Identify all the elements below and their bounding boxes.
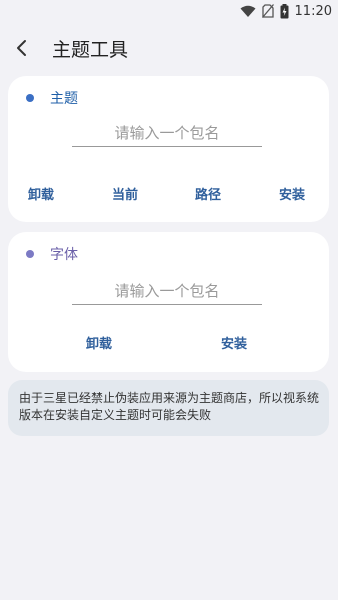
back-button[interactable] [10, 36, 34, 60]
theme-section-label: 主题 [50, 91, 78, 107]
font-install-button[interactable]: 安装 [221, 333, 247, 352]
no-sim-icon [261, 4, 274, 18]
notice-banner: 由于三星已经禁止伪装应用来源为主题商店，所以视系统版本在安装自定义主题时可能会失… [8, 380, 329, 436]
app-bar: 主题工具 [0, 30, 338, 66]
font-section-header: 字体 [26, 244, 78, 264]
font-section-label: 字体 [50, 247, 78, 263]
theme-dot-icon [26, 94, 34, 102]
theme-uninstall-button[interactable]: 卸载 [28, 184, 54, 203]
font-card: 字体 卸载 安装 [8, 232, 329, 372]
font-dot-icon [26, 250, 34, 258]
status-icons: 11:20 [240, 3, 332, 19]
font-action-row: 卸载 安装 [8, 333, 329, 353]
theme-card: 主题 卸载 当前 路径 安装 [8, 76, 329, 222]
theme-current-button[interactable]: 当前 [112, 184, 138, 203]
font-uninstall-button[interactable]: 卸载 [86, 333, 112, 352]
status-time: 11:20 [294, 3, 332, 19]
battery-charging-icon [280, 3, 289, 18]
back-arrow-icon [17, 40, 26, 56]
wifi-icon [240, 5, 256, 17]
theme-path-button[interactable]: 路径 [195, 184, 221, 203]
theme-section-header: 主题 [26, 88, 78, 108]
theme-action-row: 卸载 当前 路径 安装 [8, 184, 329, 204]
theme-package-input[interactable] [72, 120, 262, 147]
font-package-input[interactable] [72, 278, 262, 305]
page-title: 主题工具 [52, 39, 129, 61]
status-bar: 11:20 [0, 0, 338, 22]
notice-text: 由于三星已经禁止伪装应用来源为主题商店，所以视系统版本在安装自定义主题时可能会失… [19, 391, 320, 422]
theme-install-button[interactable]: 安装 [279, 184, 305, 203]
